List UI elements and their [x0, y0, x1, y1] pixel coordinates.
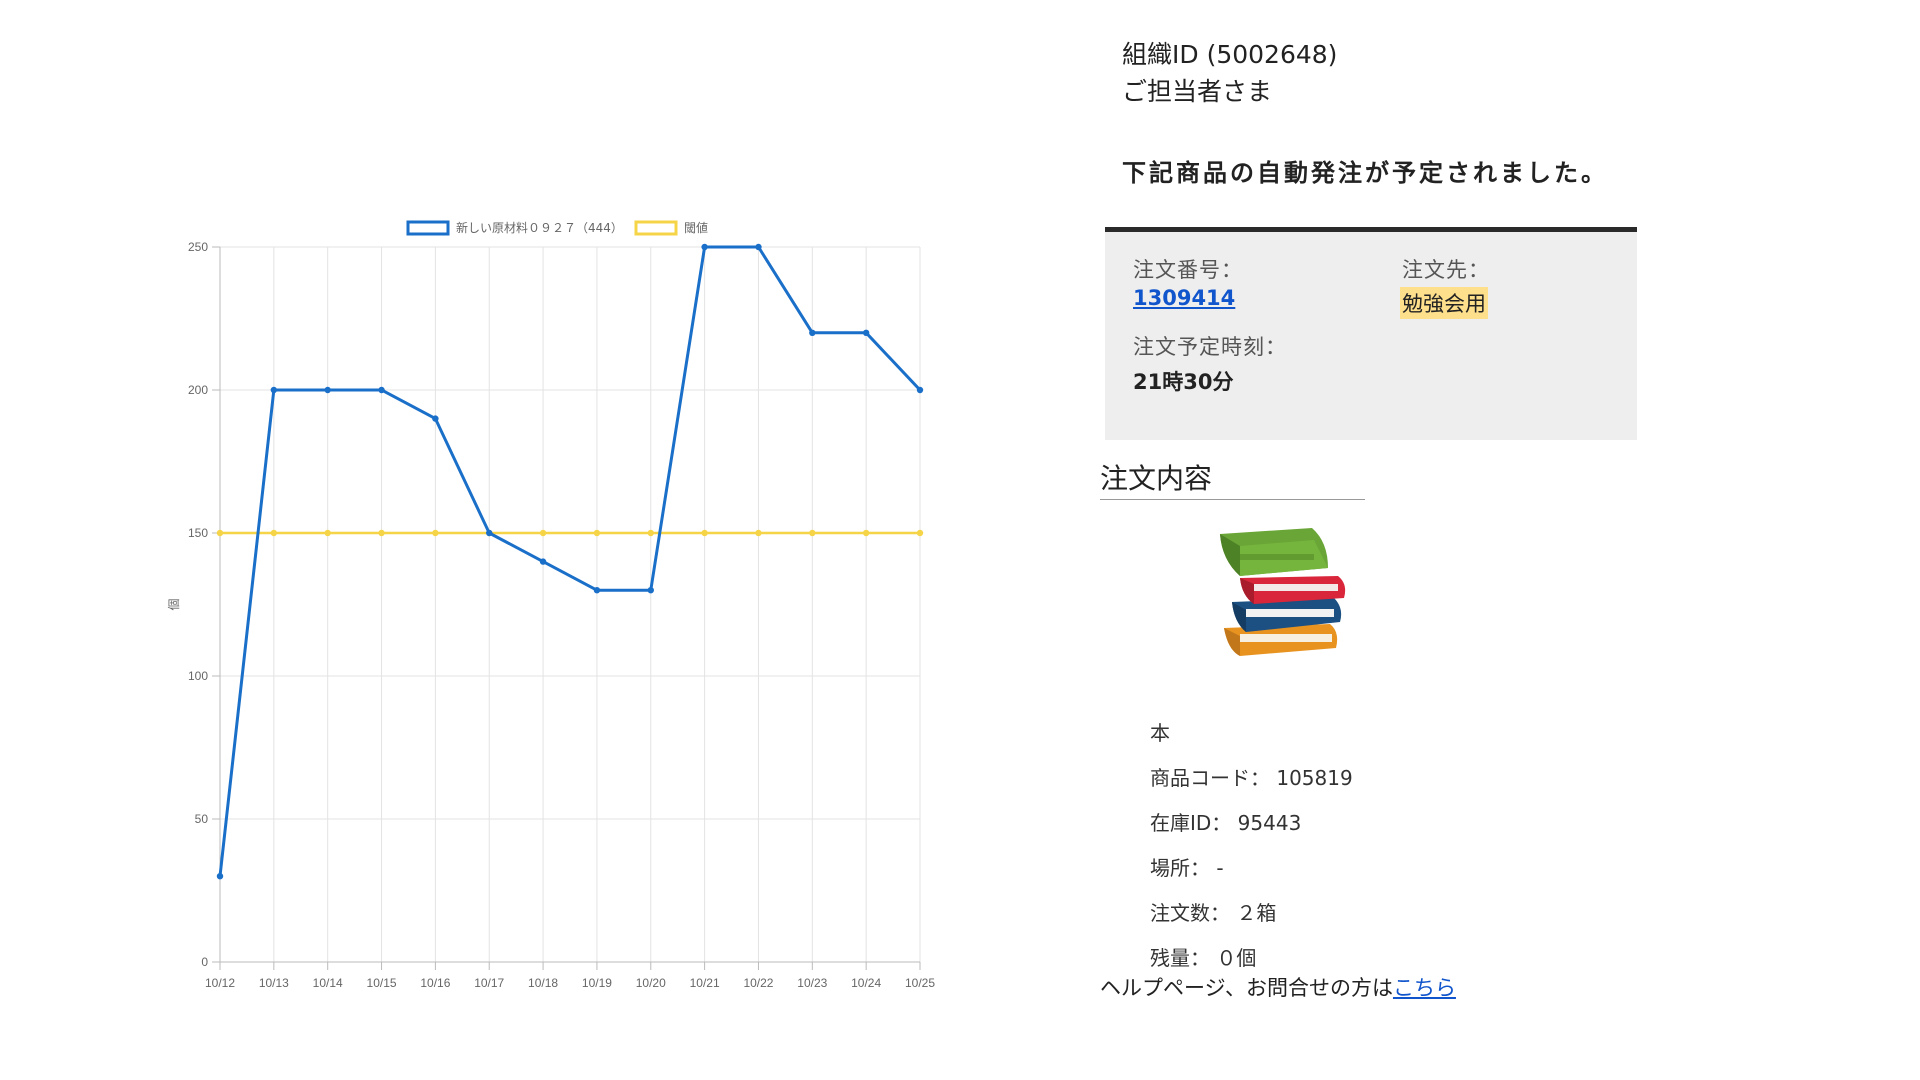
help-text: ヘルプページ、お問合せの方は [1100, 976, 1393, 1000]
books-icon [1210, 520, 1375, 675]
y-tick-label: 50 [195, 812, 209, 826]
org-header: 組織ID (5002648) ご担当者さま [1122, 36, 1337, 110]
data-point [324, 529, 331, 537]
remaining-label: 残量： [1150, 946, 1210, 970]
place-row: 場所： - [1150, 852, 1224, 881]
data-point [701, 529, 708, 537]
order-summary-box: 注文番号： 1309414 注文先： 勉強会用 注文予定時刻： 21時30分 [1105, 227, 1637, 440]
data-point [216, 529, 224, 537]
data-point [378, 529, 385, 537]
data-point [216, 873, 224, 880]
quantity-label: 注文数： [1150, 901, 1230, 925]
data-point [378, 386, 385, 394]
x-tick-label: 10/12 [205, 976, 235, 990]
help-link[interactable]: こちら [1393, 976, 1456, 1000]
data-point [270, 386, 278, 394]
help-footer: ヘルプページ、お問合せの方はこちら [1100, 972, 1456, 1002]
x-tick-label: 10/19 [582, 976, 612, 990]
data-point [647, 529, 654, 537]
y-axis-title: 個 [167, 598, 181, 610]
legend-swatch [406, 220, 450, 236]
x-tick-label: 10/17 [474, 976, 504, 990]
place-value: - [1216, 856, 1224, 880]
order-contents-heading: 注文内容 [1100, 457, 1365, 500]
x-tick-label: 10/14 [313, 976, 343, 990]
x-tick-label: 10/18 [528, 976, 558, 990]
stock-line-chart: 0 50 100 150 200 250 10/12 10/13 10/14 10/15 10/16… [150, 215, 940, 995]
org-id: 組織ID (5002648) [1122, 40, 1338, 69]
greeting: ご担当者さま [1122, 77, 1273, 106]
scheduled-time-value: 21時30分 [1133, 370, 1234, 394]
remaining-value: ０個 [1216, 946, 1257, 970]
data-point [593, 587, 601, 594]
item-name: 本 [1150, 721, 1170, 745]
stock-id-row: 在庫ID： 95443 [1150, 807, 1301, 836]
chart-grid [219, 246, 921, 963]
data-point [916, 529, 924, 537]
y-tick-label: 100 [188, 669, 208, 683]
data-point [432, 529, 439, 537]
chart-axes: 0 50 100 150 200 250 10/12 10/13 10/14 10/15 10/16… [167, 240, 935, 990]
legend-label: 新しい原材料０９２７（444） [456, 220, 623, 235]
y-tick-label: 150 [188, 526, 208, 540]
order-destination-value: 勉強会用 [1400, 287, 1488, 319]
data-point [539, 558, 547, 565]
x-tick-label: 10/20 [636, 976, 666, 990]
data-point [647, 587, 654, 594]
x-tick-label: 10/16 [420, 976, 450, 990]
order-number-link[interactable]: 1309414 [1133, 286, 1235, 310]
legend-swatch [634, 220, 678, 236]
stock-id-label: 在庫ID： [1150, 811, 1232, 835]
x-tick-label: 10/25 [905, 976, 935, 990]
data-point [755, 529, 762, 537]
y-tick-label: 0 [201, 955, 208, 969]
data-point [809, 329, 816, 336]
scheduled-time-label: 注文予定時刻： [1133, 335, 1287, 359]
stock-id-value: 95443 [1237, 811, 1302, 835]
x-tick-label: 10/15 [367, 976, 397, 990]
quantity-row: 注文数： ２箱 [1150, 897, 1276, 926]
data-point [270, 529, 278, 537]
item-code-value: 105819 [1276, 766, 1353, 790]
data-point [809, 529, 816, 537]
data-point [486, 529, 493, 537]
data-point [916, 386, 924, 394]
x-tick-label: 10/13 [259, 976, 289, 990]
data-point [701, 243, 708, 251]
x-tick-label: 10/22 [743, 976, 773, 990]
series-line [218, 245, 922, 877]
data-point [862, 329, 870, 336]
chart-series [216, 243, 924, 880]
item-code-row: 商品コード： 105819 [1150, 762, 1353, 791]
x-tick-label: 10/24 [851, 976, 881, 990]
legend-label: 閾値 [684, 220, 708, 235]
quantity-value: ２箱 [1236, 901, 1277, 925]
data-point [593, 529, 601, 537]
y-tick-label: 250 [188, 240, 208, 254]
chart-legend: 新しい原材料０９２７（444） 閾値 [406, 220, 708, 236]
item-code-label: 商品コード： [1150, 766, 1270, 790]
data-point [539, 529, 547, 537]
place-label: 場所： [1150, 856, 1210, 880]
remaining-row: 残量： ０個 [1150, 942, 1256, 971]
y-tick-label: 200 [188, 383, 208, 397]
chart-canvas: 0 50 100 150 200 250 10/12 10/13 10/14 10/15 10/16… [167, 220, 935, 990]
x-tick-label: 10/23 [797, 976, 827, 990]
intro-message: 下記商品の自動発注が予定されました。 [1122, 159, 1608, 187]
data-point [862, 529, 870, 537]
order-number-label: 注文番号： [1133, 258, 1243, 282]
data-point [324, 386, 331, 394]
data-point [755, 243, 762, 251]
order-destination-label: 注文先： [1402, 258, 1490, 282]
data-point [432, 415, 439, 422]
x-tick-label: 10/21 [690, 976, 720, 990]
